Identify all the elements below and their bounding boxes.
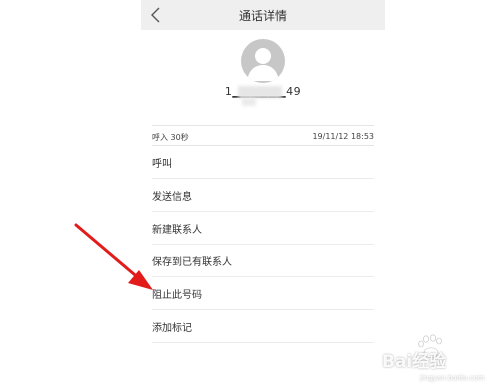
baidu-watermark: Bai经验 jingyan.baidu.com [380, 333, 498, 391]
watermark-url: jingyan.baidu.com [420, 374, 485, 382]
watermark-text: Bai经验 [382, 352, 447, 372]
